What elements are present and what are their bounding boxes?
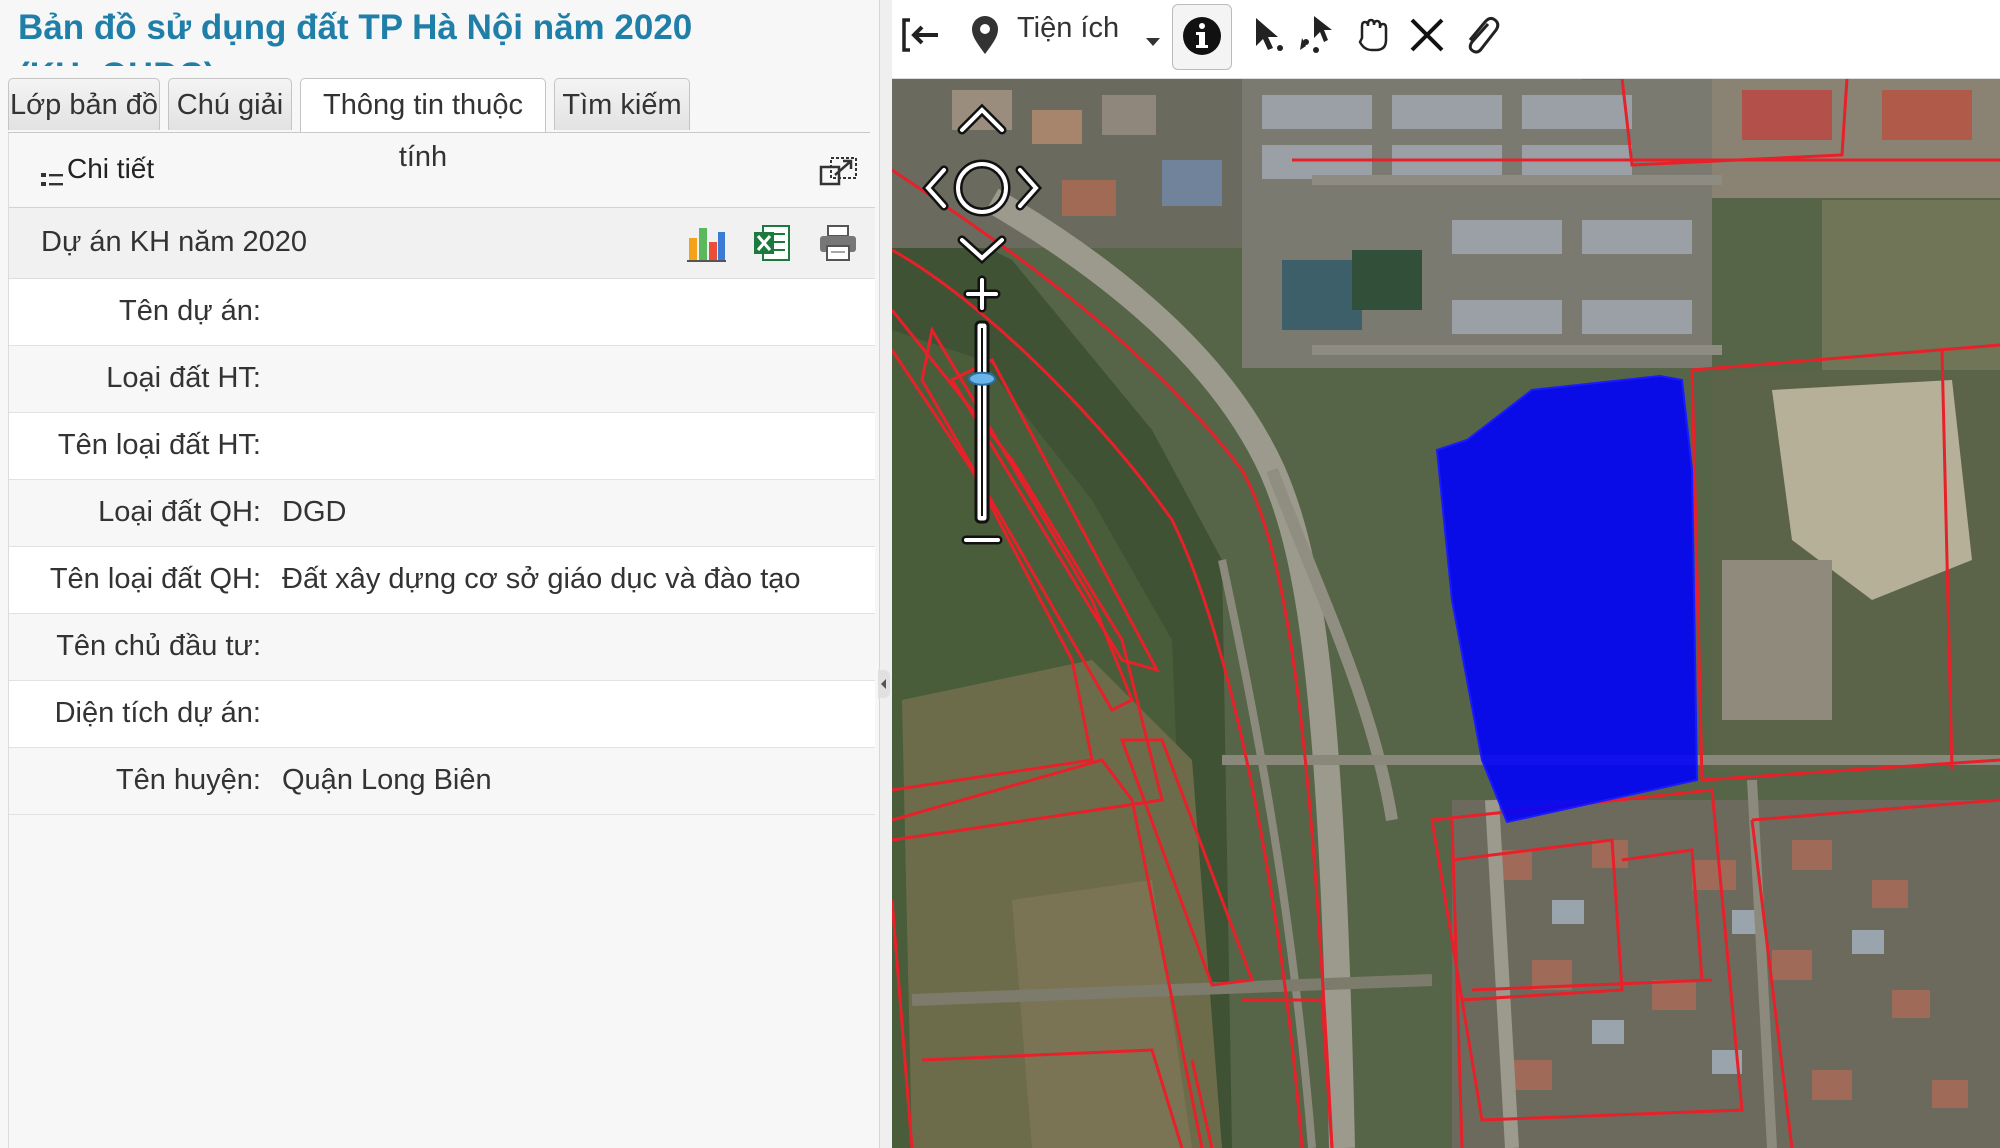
- tab-bar: Lớp bản đồ Chú giải Thông tin thuộc tính…: [8, 78, 870, 173]
- attribute-row: Tên loại đất QH: Đất xây dựng cơ sở giáo…: [9, 547, 875, 614]
- collapse-panel-handle[interactable]: [878, 670, 890, 698]
- pan-right-icon[interactable]: [1015, 165, 1043, 211]
- map-view[interactable]: Tiện ích: [892, 0, 2000, 1148]
- attribute-row: Tên loại đất HT:: [9, 413, 875, 480]
- info-icon: [1183, 17, 1221, 55]
- detail-title: Chi tiết: [67, 153, 155, 184]
- attribute-label: Tên chủ đầu tư:: [56, 630, 261, 662]
- left-panel: Bản đồ sử dụng đất TP Hà Nội năm 2020 (K…: [0, 0, 880, 1148]
- attribute-row: Tên chủ đầu tư:: [9, 614, 875, 681]
- list-icon: [41, 173, 63, 186]
- map-toolbar: Tiện ích: [892, 0, 2000, 79]
- zoom-slider[interactable]: [974, 320, 990, 524]
- attribute-label: Diện tích dự án:: [54, 697, 261, 729]
- tab-thong-tin-thuoc-tinh[interactable]: Thông tin thuộc tính: [300, 78, 546, 173]
- tab-lop-ban-do[interactable]: Lớp bản đồ: [8, 78, 160, 130]
- attribute-label: Tên dự án:: [119, 295, 261, 327]
- zoom-in-icon[interactable]: [963, 275, 1001, 313]
- attribute-label: Tên loại đất QH:: [49, 563, 261, 595]
- select-arrow-icon[interactable]: [1246, 12, 1292, 58]
- attribute-row: Tên dự án:: [9, 279, 875, 346]
- chevron-left-icon: [881, 679, 886, 689]
- attribute-table: Tên dự án: Loại đất HT: Tên loại đất HT:…: [9, 279, 875, 815]
- attribute-value: Đất xây dựng cơ sở giáo dục và đào tạo: [282, 563, 801, 595]
- pan-up-icon[interactable]: [957, 103, 1007, 135]
- info-tool-button[interactable]: [1172, 4, 1232, 70]
- dropdown-arrow-icon[interactable]: [1142, 22, 1164, 52]
- exit-icon[interactable]: [900, 12, 946, 58]
- attribute-value: Quận Long Biên: [282, 764, 492, 796]
- attribute-label: Loại đất HT:: [106, 362, 261, 394]
- map-navigation-control: [922, 103, 1043, 545]
- attribute-label: Tên loại đất HT:: [57, 429, 261, 461]
- attribute-row: Diện tích dự án:: [9, 681, 875, 748]
- layer-row: Dự án KH năm 2020: [9, 208, 875, 279]
- attribute-panel: Chi tiết Dự án KH năm 2020 Tên dự án: Lo…: [8, 133, 875, 1148]
- clear-icon[interactable]: [1404, 12, 1450, 58]
- chart-icon[interactable]: [685, 222, 727, 264]
- attribute-label: Loại đất QH:: [98, 496, 261, 528]
- attribute-row: Tên huyện: Quận Long Biên: [9, 748, 875, 815]
- attribute-value: DGD: [282, 496, 347, 528]
- excel-icon[interactable]: [751, 222, 793, 264]
- pan-left-icon[interactable]: [922, 165, 949, 211]
- expand-icon[interactable]: [819, 155, 859, 187]
- pan-hand-icon[interactable]: [1350, 12, 1396, 58]
- print-icon[interactable]: [817, 222, 859, 264]
- attribute-label: Tên huyện:: [115, 764, 261, 796]
- attribute-row: Loại đất QH: DGD: [9, 480, 875, 547]
- app-title: Bản đồ sử dụng đất TP Hà Nội năm 2020 (K…: [18, 8, 693, 66]
- pan-down-icon[interactable]: [957, 235, 1007, 265]
- tienich-menu-label[interactable]: Tiện ích: [1017, 12, 1119, 45]
- location-pin-icon[interactable]: [962, 12, 1008, 58]
- pan-center-icon[interactable]: [953, 159, 1011, 217]
- layer-name: Dự án KH năm 2020: [41, 226, 308, 258]
- attribute-row: Loại đất HT:: [9, 346, 875, 413]
- multi-select-icon[interactable]: [1296, 12, 1342, 58]
- panel-splitter[interactable]: [880, 0, 892, 1148]
- attachment-icon[interactable]: [1458, 12, 1504, 58]
- tab-chu-giai[interactable]: Chú giải: [168, 78, 292, 130]
- zoom-slider-thumb[interactable]: [968, 371, 996, 386]
- tab-tim-kiem[interactable]: Tìm kiếm: [554, 78, 690, 130]
